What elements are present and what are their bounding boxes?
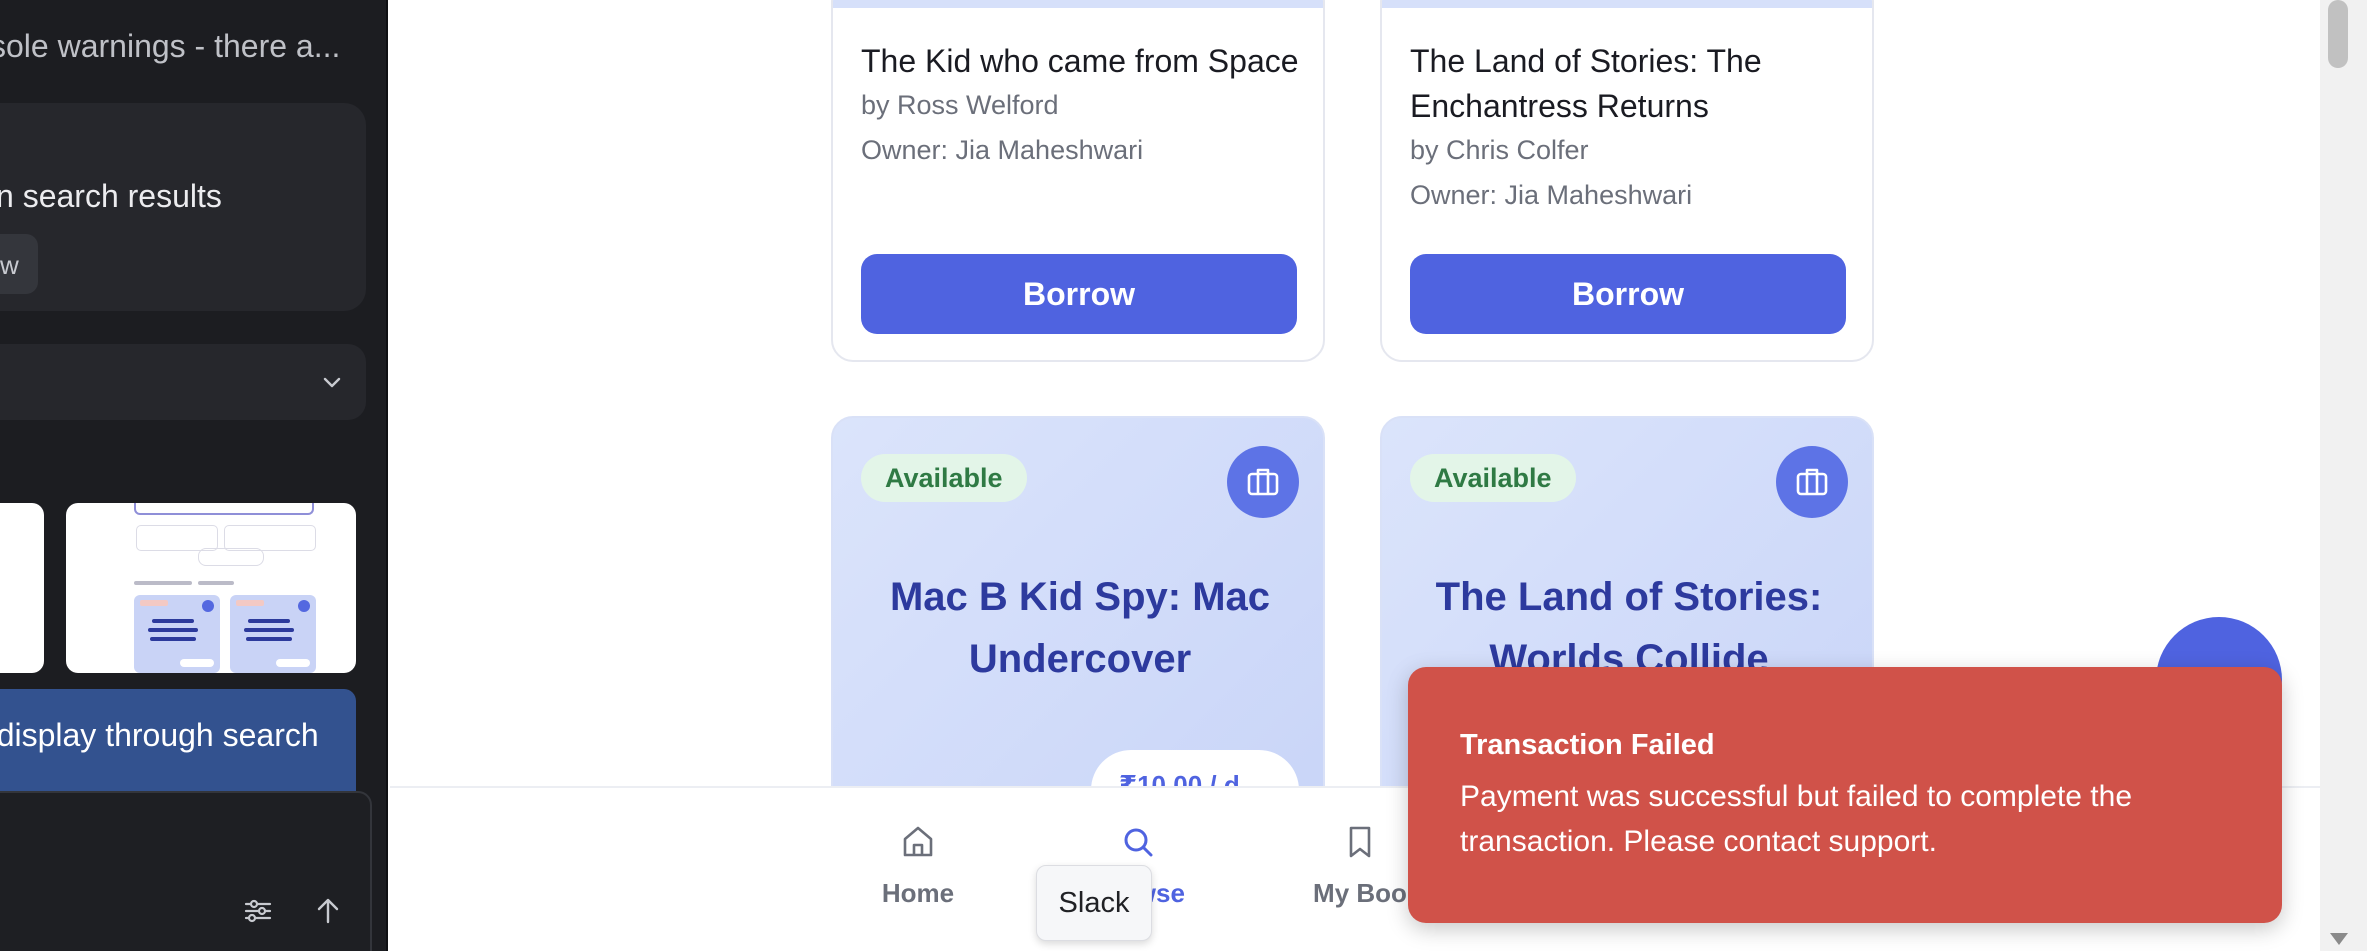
- book-title: The Kid who came from Space: [861, 43, 1299, 79]
- book-card[interactable]: The Land of Stories: The Enchantress Ret…: [1380, 0, 1874, 362]
- book-owner: Owner: Jia Maheshwari: [861, 135, 1144, 165]
- borrow-button[interactable]: Borrow: [1410, 254, 1846, 334]
- nav-label: My Boo: [1313, 878, 1407, 908]
- tooltip: Slack: [1036, 865, 1152, 941]
- error-toast: Transaction Failed Payment was successfu…: [1408, 667, 2282, 923]
- message-card: n search results w: [0, 103, 366, 311]
- bookmark-icon: [1349, 826, 1371, 858]
- nav-label: Home: [881, 878, 955, 908]
- briefcase-icon: [1796, 468, 1828, 496]
- screenshot-thumbnail[interactable]: [66, 503, 356, 673]
- book-author: by Chris Colfer: [1410, 135, 1589, 165]
- chat-input-area[interactable]: [0, 791, 372, 951]
- book-card[interactable]: The Kid who came from Space by Ross Welf…: [831, 0, 1325, 362]
- book-cover: [1382, 0, 1872, 8]
- book-owner: Owner: Jia Maheshwari: [1410, 180, 1693, 210]
- arrow-up-icon[interactable]: [313, 896, 343, 926]
- book-title: The Land of Stories: The Enchantress Ret…: [1410, 43, 1762, 124]
- nav-home[interactable]: Home: [838, 788, 998, 951]
- screenshot-thumbnail[interactable]: [0, 503, 44, 673]
- assistant-side-panel: sole warnings - there a... n search resu…: [0, 0, 388, 951]
- toast-message: Payment was successful but failed to com…: [1460, 780, 2133, 858]
- chevron-down-icon: [323, 377, 341, 388]
- book-card[interactable]: Available Mac B Kid Spy: Mac Undercover …: [831, 416, 1325, 816]
- toast-title: Transaction Failed: [1460, 729, 1715, 761]
- highlighted-message-text: e display through search: [0, 717, 319, 753]
- highlighted-message: e display through search: [0, 689, 356, 791]
- availability-badge: Available: [861, 454, 1027, 502]
- borrow-button[interactable]: Borrow: [861, 254, 1297, 334]
- message-action-chip[interactable]: w: [0, 234, 38, 294]
- availability-badge: Available: [1410, 454, 1576, 502]
- message-card-text: n search results: [0, 178, 222, 214]
- bag-button[interactable]: [1776, 446, 1848, 518]
- home-icon: [903, 826, 933, 857]
- book-cover: [833, 0, 1323, 8]
- scrollbar-thumb[interactable]: [2328, 0, 2348, 68]
- bag-button[interactable]: [1227, 446, 1299, 518]
- briefcase-icon: [1247, 468, 1279, 496]
- book-author: by Ross Welford: [861, 90, 1059, 120]
- sliders-icon[interactable]: [243, 896, 273, 926]
- search-icon: [1124, 828, 1153, 857]
- cover-title: Mac B Kid Spy: Mac Undercover: [889, 575, 1271, 681]
- panel-header-text: sole warnings - there a...: [0, 28, 341, 64]
- scroll-down-icon[interactable]: [2330, 933, 2348, 945]
- collapsible-section[interactable]: [0, 344, 366, 420]
- page-scrollbar[interactable]: [2320, 0, 2367, 951]
